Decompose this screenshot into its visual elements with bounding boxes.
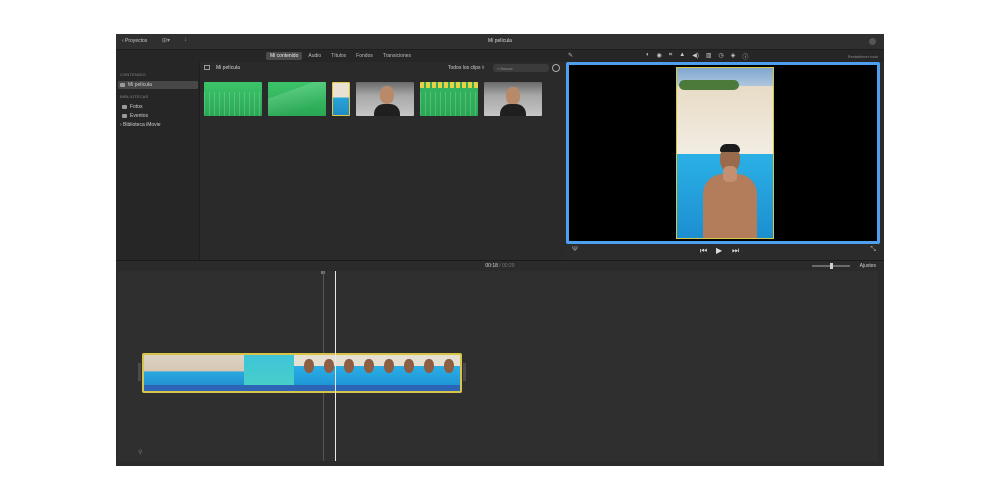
timeline-video-clip[interactable] (142, 353, 462, 393)
adjust-button[interactable]: Ajustes (860, 263, 876, 269)
sidebar-header-content: CONTENIDO (120, 72, 146, 77)
stabilization-icon[interactable]: ▲ (679, 52, 685, 61)
video-viewer[interactable] (566, 62, 880, 244)
magic-wand-icon[interactable]: ✎ (568, 52, 573, 59)
sidebar-item-photos[interactable]: Fotos (122, 104, 143, 110)
sidebar-item-label: Mi película (128, 82, 152, 88)
library-sidebar: CONTENIDO Mi película BIBLIOTECAS Fotos … (116, 62, 200, 260)
video-frame (676, 67, 774, 239)
fullscreen-icon[interactable]: ⤡ (870, 246, 876, 254)
clip-filter-dropdown[interactable]: Todos los clips ◊ (448, 65, 484, 71)
playback-controls: Ψ ⏮ ▶ ⏭ ⤡ (564, 244, 884, 260)
content-tabs-bar: Mi contenido Audio Títulos Fondos Transi… (116, 50, 564, 62)
share-icon[interactable] (869, 38, 876, 45)
timecode: 00:18 / 00:29 (116, 263, 884, 269)
tab-my-content[interactable]: Mi contenido (266, 52, 303, 60)
reset-all-button[interactable]: Restablecer todo (848, 54, 878, 59)
current-time: 00:18 (485, 263, 498, 269)
play-icon[interactable]: ▶ (716, 246, 722, 255)
clip-audio-strip (144, 385, 460, 391)
audio-clip-thumbnail[interactable] (204, 82, 262, 116)
zoom-slider[interactable] (812, 263, 850, 269)
timeline[interactable]: ⚲ (118, 271, 878, 461)
timeline-header: 00:18 / 00:29 Ajustes (116, 261, 884, 271)
clip-trim-handle-right[interactable] (463, 363, 466, 381)
skip-back-icon[interactable]: ⏮ (700, 246, 707, 256)
gear-icon[interactable] (552, 64, 560, 72)
video-clip-thumbnail[interactable] (332, 82, 350, 116)
clip-trim-handle-left[interactable] (138, 363, 141, 381)
timeline-settings-icon[interactable]: ⚲ (138, 449, 142, 456)
search-placeholder: Buscar (500, 66, 513, 71)
sidebar-toggle-icon[interactable] (204, 65, 210, 70)
film-icon (120, 83, 125, 87)
tab-transitions[interactable]: Transiciones (379, 52, 415, 60)
speed-icon[interactable]: ◷ (719, 52, 724, 61)
media-browser: Mi película Todos los clips ◊ ⌕ Buscar (200, 62, 564, 260)
filter-icon[interactable]: ◈ (731, 52, 736, 61)
sidebar-item-events[interactable]: Eventos (122, 113, 148, 119)
sidebar-item-label: Eventos (130, 113, 149, 119)
total-time: 00:29 (502, 263, 515, 269)
skip-forward-icon[interactable]: ⏭ (732, 246, 739, 256)
sidebar-header-libraries: BIBLIOTECAS (120, 94, 149, 99)
video-clip-thumbnail[interactable] (356, 82, 414, 116)
project-title: Mi película (488, 38, 512, 44)
tab-audio[interactable]: Audio (304, 52, 325, 60)
color-correction-icon[interactable]: ◉ (657, 52, 662, 61)
microphone-icon[interactable]: Ψ (572, 246, 578, 253)
sidebar-item-imovie-library[interactable]: › Biblioteca iMovie (120, 122, 161, 128)
audio-clip-thumbnail[interactable] (268, 82, 326, 116)
photos-icon (122, 105, 127, 109)
time-separator: / (499, 263, 501, 269)
tab-titles[interactable]: Títulos (327, 52, 350, 60)
tab-backgrounds[interactable]: Fondos (352, 52, 377, 60)
events-icon (122, 114, 127, 118)
viewer-adjust-toolbar: ✎ ◐ ◉ ⌗ ▲ ◀) ▥ ◷ ◈ ⓘ Restablecer todo (564, 50, 884, 62)
imovie-window: ‹ Proyectos ⊞▾ ↓ Mi película Mi contenid… (116, 34, 884, 466)
volume-icon[interactable]: ◀) (692, 52, 699, 61)
playhead[interactable] (335, 271, 336, 461)
browser-title: Mi película (216, 65, 240, 71)
crop-icon[interactable]: ⌗ (669, 52, 672, 61)
search-input[interactable]: ⌕ Buscar (493, 64, 549, 72)
color-balance-icon[interactable]: ◐ (646, 52, 650, 61)
zoom-slider-knob[interactable] (830, 263, 833, 269)
video-clip-thumbnail[interactable] (484, 82, 542, 116)
title-bar: ‹ Proyectos ⊞▾ ↓ Mi película (116, 34, 884, 50)
info-icon[interactable]: ⓘ (742, 52, 748, 61)
sidebar-item-project[interactable]: Mi película (118, 81, 198, 89)
browser-header: Mi película Todos los clips ◊ ⌕ Buscar (200, 62, 564, 74)
noise-reduction-icon[interactable]: ▥ (706, 52, 712, 61)
sidebar-item-label: Fotos (130, 104, 143, 110)
video-clip-thumbnail[interactable] (420, 82, 478, 116)
